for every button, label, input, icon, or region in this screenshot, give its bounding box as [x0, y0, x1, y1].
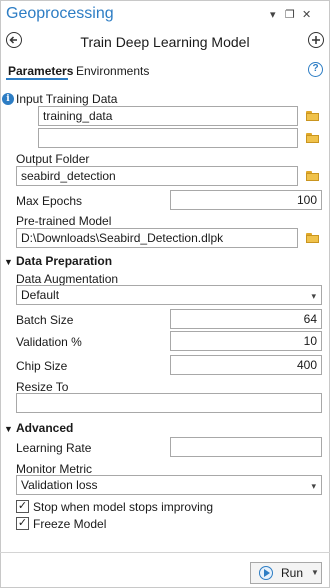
folder-icon[interactable]: [306, 133, 319, 143]
freeze-model-checkbox[interactable]: ✓: [16, 517, 29, 530]
stop-improving-checkbox[interactable]: ✓: [16, 500, 29, 513]
tool-title: Train Deep Learning Model: [80, 34, 250, 50]
chevron-down-icon: ▾: [311, 481, 316, 491]
add-icon[interactable]: [308, 32, 324, 48]
pane-close-icon[interactable]: ✕: [302, 8, 311, 21]
output-folder-field[interactable]: seabird_detection: [16, 166, 298, 186]
tab-active-indicator: [6, 78, 68, 80]
monitor-metric-label: Monitor Metric: [16, 462, 93, 476]
data-augmentation-value: Default: [21, 288, 60, 302]
folder-icon[interactable]: [306, 171, 319, 181]
tab-parameters[interactable]: Parameters: [8, 64, 73, 78]
run-icon: [259, 566, 273, 580]
help-icon[interactable]: ?: [308, 62, 323, 77]
data-preparation-title: Data Preparation: [16, 254, 113, 268]
folder-icon[interactable]: [306, 111, 319, 121]
max-epochs-field[interactable]: 100: [170, 190, 322, 210]
pane-title: Geoprocessing: [6, 5, 114, 22]
chevron-down-icon: ▾: [311, 291, 316, 301]
stop-improving-label[interactable]: Stop when model stops improving: [33, 500, 213, 514]
chip-size-label: Chip Size: [16, 359, 68, 373]
batch-size-field[interactable]: 64: [170, 309, 322, 329]
resize-to-label: Resize To: [16, 380, 69, 394]
run-label: Run: [281, 566, 304, 580]
learning-rate-label: Learning Rate: [16, 441, 92, 455]
output-folder-label: Output Folder: [16, 152, 90, 166]
info-icon[interactable]: i: [2, 93, 14, 105]
chip-size-field[interactable]: 400: [170, 355, 322, 375]
input-training-data-field-empty[interactable]: [38, 128, 298, 148]
monitor-metric-value: Validation loss: [21, 478, 98, 492]
advanced-section[interactable]: ▼ Advanced: [4, 421, 73, 435]
freeze-model-label[interactable]: Freeze Model: [33, 517, 106, 531]
data-augmentation-select[interactable]: Default ▾: [16, 285, 322, 305]
max-epochs-label: Max Epochs: [16, 194, 83, 208]
resize-to-field[interactable]: [16, 393, 322, 413]
folder-icon[interactable]: [306, 233, 319, 243]
pretrained-model-field[interactable]: D:\Downloads\Seabird_Detection.dlpk: [16, 228, 298, 248]
advanced-title: Advanced: [16, 421, 74, 435]
pretrained-model-label: Pre-trained Model: [16, 214, 112, 228]
pane-options-icon[interactable]: ▾: [270, 8, 276, 21]
validation-field[interactable]: 10: [170, 331, 322, 351]
data-augmentation-label: Data Augmentation: [16, 272, 119, 286]
data-preparation-section[interactable]: ▼ Data Preparation: [4, 254, 112, 268]
input-training-data-field[interactable]: training_data: [38, 106, 298, 126]
pane-float-icon[interactable]: ❐: [285, 8, 295, 21]
batch-size-label: Batch Size: [16, 313, 74, 327]
learning-rate-field[interactable]: [170, 437, 322, 457]
validation-label: Validation %: [16, 335, 82, 349]
collapse-chevron-icon[interactable]: ▼: [4, 424, 14, 434]
collapse-chevron-icon[interactable]: ▼: [4, 257, 14, 267]
tab-environments[interactable]: Environments: [76, 64, 149, 78]
input-training-data-label: Input Training Data: [16, 92, 118, 106]
chevron-down-icon[interactable]: ▼: [311, 568, 319, 577]
run-button[interactable]: Run ▼: [250, 562, 322, 584]
monitor-metric-select[interactable]: Validation loss ▾: [16, 475, 322, 495]
